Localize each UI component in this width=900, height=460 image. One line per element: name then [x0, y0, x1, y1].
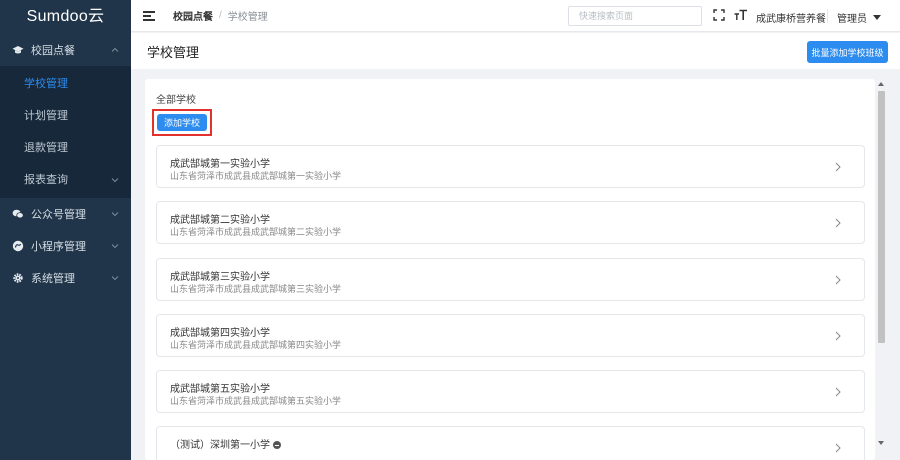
school-name: （测试）深圳第一小学	[170, 436, 281, 451]
graduation-cap-icon	[12, 44, 24, 56]
menu-toggle-icon[interactable]	[143, 10, 155, 21]
caret-down-icon	[873, 15, 881, 20]
menu-label: 小程序管理	[31, 241, 86, 253]
scroll-up-arrow-icon[interactable]	[878, 82, 884, 86]
school-item[interactable]: 成武郜城第一实验小学 山东省菏泽市成武县成武郜城第一实验小学	[156, 145, 865, 188]
menu-label: 校园点餐	[31, 45, 75, 57]
school-name-text: （测试）深圳第一小学	[170, 440, 270, 451]
page-header: 学校管理 批量添加学校班级	[131, 33, 900, 69]
scrollbar[interactable]	[877, 79, 886, 449]
page-title: 学校管理	[147, 44, 200, 60]
school-name: 成武郜城第二实验小学	[170, 215, 270, 226]
chevron-up-icon	[111, 47, 119, 52]
sidebar-item-report-query[interactable]: 报表查询	[0, 164, 131, 196]
school-item[interactable]: 成武郜城第四实验小学 山东省菏泽市成武县成武郜城第四实验小学	[156, 314, 865, 357]
all-schools-label: 全部学校	[156, 95, 196, 106]
school-item[interactable]: （测试）深圳第一小学	[156, 426, 865, 460]
scrollbar-thumb[interactable]	[878, 91, 885, 343]
school-name: 成武郜城第五实验小学	[170, 384, 270, 395]
divider	[827, 9, 828, 23]
shop-name: 成武康桥营养餐	[756, 14, 826, 25]
search-input[interactable]: 快速搜索页面	[568, 6, 702, 26]
breadcrumb: 校园点餐 / 学校管理	[173, 8, 268, 23]
batch-add-classes-button[interactable]: 批量添加学校班级	[807, 41, 888, 63]
chevron-down-icon	[111, 244, 119, 249]
app-logo[interactable]: Sumdoo云	[0, 0, 131, 34]
top-bar: 校园点餐 / 学校管理 快速搜索页面 成武康桥营养餐 管理员	[131, 0, 900, 32]
font-size-icon[interactable]	[734, 8, 748, 22]
sidebar-item-plan-management[interactable]: 计划管理	[0, 100, 131, 132]
school-address: 山东省菏泽市成武县成武郜城第二实验小学	[170, 227, 342, 237]
chevron-down-icon	[111, 212, 119, 217]
menu-system-management[interactable]: 系统管理	[0, 262, 131, 294]
school-list-card: 全部学校 添加学校 成武郜城第一实验小学 山东省菏泽市成武县成武郜城第一实验小学…	[145, 79, 875, 460]
sidebar-item-refund-management[interactable]: 退款管理	[0, 132, 131, 164]
menu-official-account[interactable]: 公众号管理	[0, 198, 131, 230]
sidebar-item-school-management[interactable]: 学校管理	[0, 68, 131, 100]
menu-label: 系统管理	[31, 273, 75, 285]
breadcrumb-current: 学校管理	[227, 12, 268, 23]
minus-circle-icon	[273, 441, 281, 449]
sidebar-item-label: 报表查询	[24, 174, 68, 186]
menu-campus-ordering[interactable]: 校园点餐	[0, 34, 131, 66]
chevron-right-icon	[835, 218, 841, 228]
chevron-right-icon	[835, 443, 841, 453]
gear-icon	[12, 272, 24, 284]
breadcrumb-item[interactable]: 校园点餐	[173, 8, 213, 23]
school-address: 山东省菏泽市成武县成武郜城第五实验小学	[170, 396, 342, 406]
fullscreen-icon[interactable]	[712, 8, 726, 22]
school-name: 成武郜城第一实验小学	[170, 159, 270, 170]
highlight-box: 添加学校	[152, 109, 212, 136]
toolbar-icons	[712, 8, 756, 22]
chevron-right-icon	[835, 275, 841, 285]
chevron-right-icon	[835, 331, 841, 341]
scroll-down-arrow-icon[interactable]	[878, 441, 884, 445]
menu-label: 公众号管理	[31, 209, 86, 221]
add-school-button[interactable]: 添加学校	[157, 114, 207, 131]
school-address: 山东省菏泽市成武县成武郜城第一实验小学	[170, 171, 342, 181]
school-name: 成武郜城第四实验小学	[170, 328, 270, 339]
user-menu[interactable]: 管理员	[837, 10, 881, 25]
school-address: 山东省菏泽市成武县成武郜城第三实验小学	[170, 284, 342, 294]
wechat-icon	[12, 208, 24, 220]
school-name: 成武郜城第三实验小学	[170, 272, 270, 283]
school-address: 山东省菏泽市成武县成武郜城第四实验小学	[170, 340, 342, 350]
chevron-right-icon	[835, 387, 841, 397]
mini-program-icon	[12, 240, 24, 252]
breadcrumb-separator: /	[219, 10, 222, 21]
username: 管理员	[837, 14, 867, 25]
chevron-right-icon	[835, 162, 841, 172]
school-item[interactable]: 成武郜城第二实验小学 山东省菏泽市成武县成武郜城第二实验小学	[156, 201, 865, 244]
sidebar: Sumdoo云 校园点餐 学校管理 计划管理 退款管理 报表查询 公众号管理 小…	[0, 0, 131, 460]
school-item[interactable]: 成武郜城第五实验小学 山东省菏泽市成武县成武郜城第五实验小学	[156, 370, 865, 413]
chevron-down-icon	[111, 276, 119, 281]
chevron-down-icon	[111, 178, 119, 183]
submenu-campus-ordering: 学校管理 计划管理 退款管理 报表查询	[0, 66, 131, 198]
menu-mini-program[interactable]: 小程序管理	[0, 230, 131, 262]
school-item[interactable]: 成武郜城第三实验小学 山东省菏泽市成武县成武郜城第三实验小学	[156, 258, 865, 301]
